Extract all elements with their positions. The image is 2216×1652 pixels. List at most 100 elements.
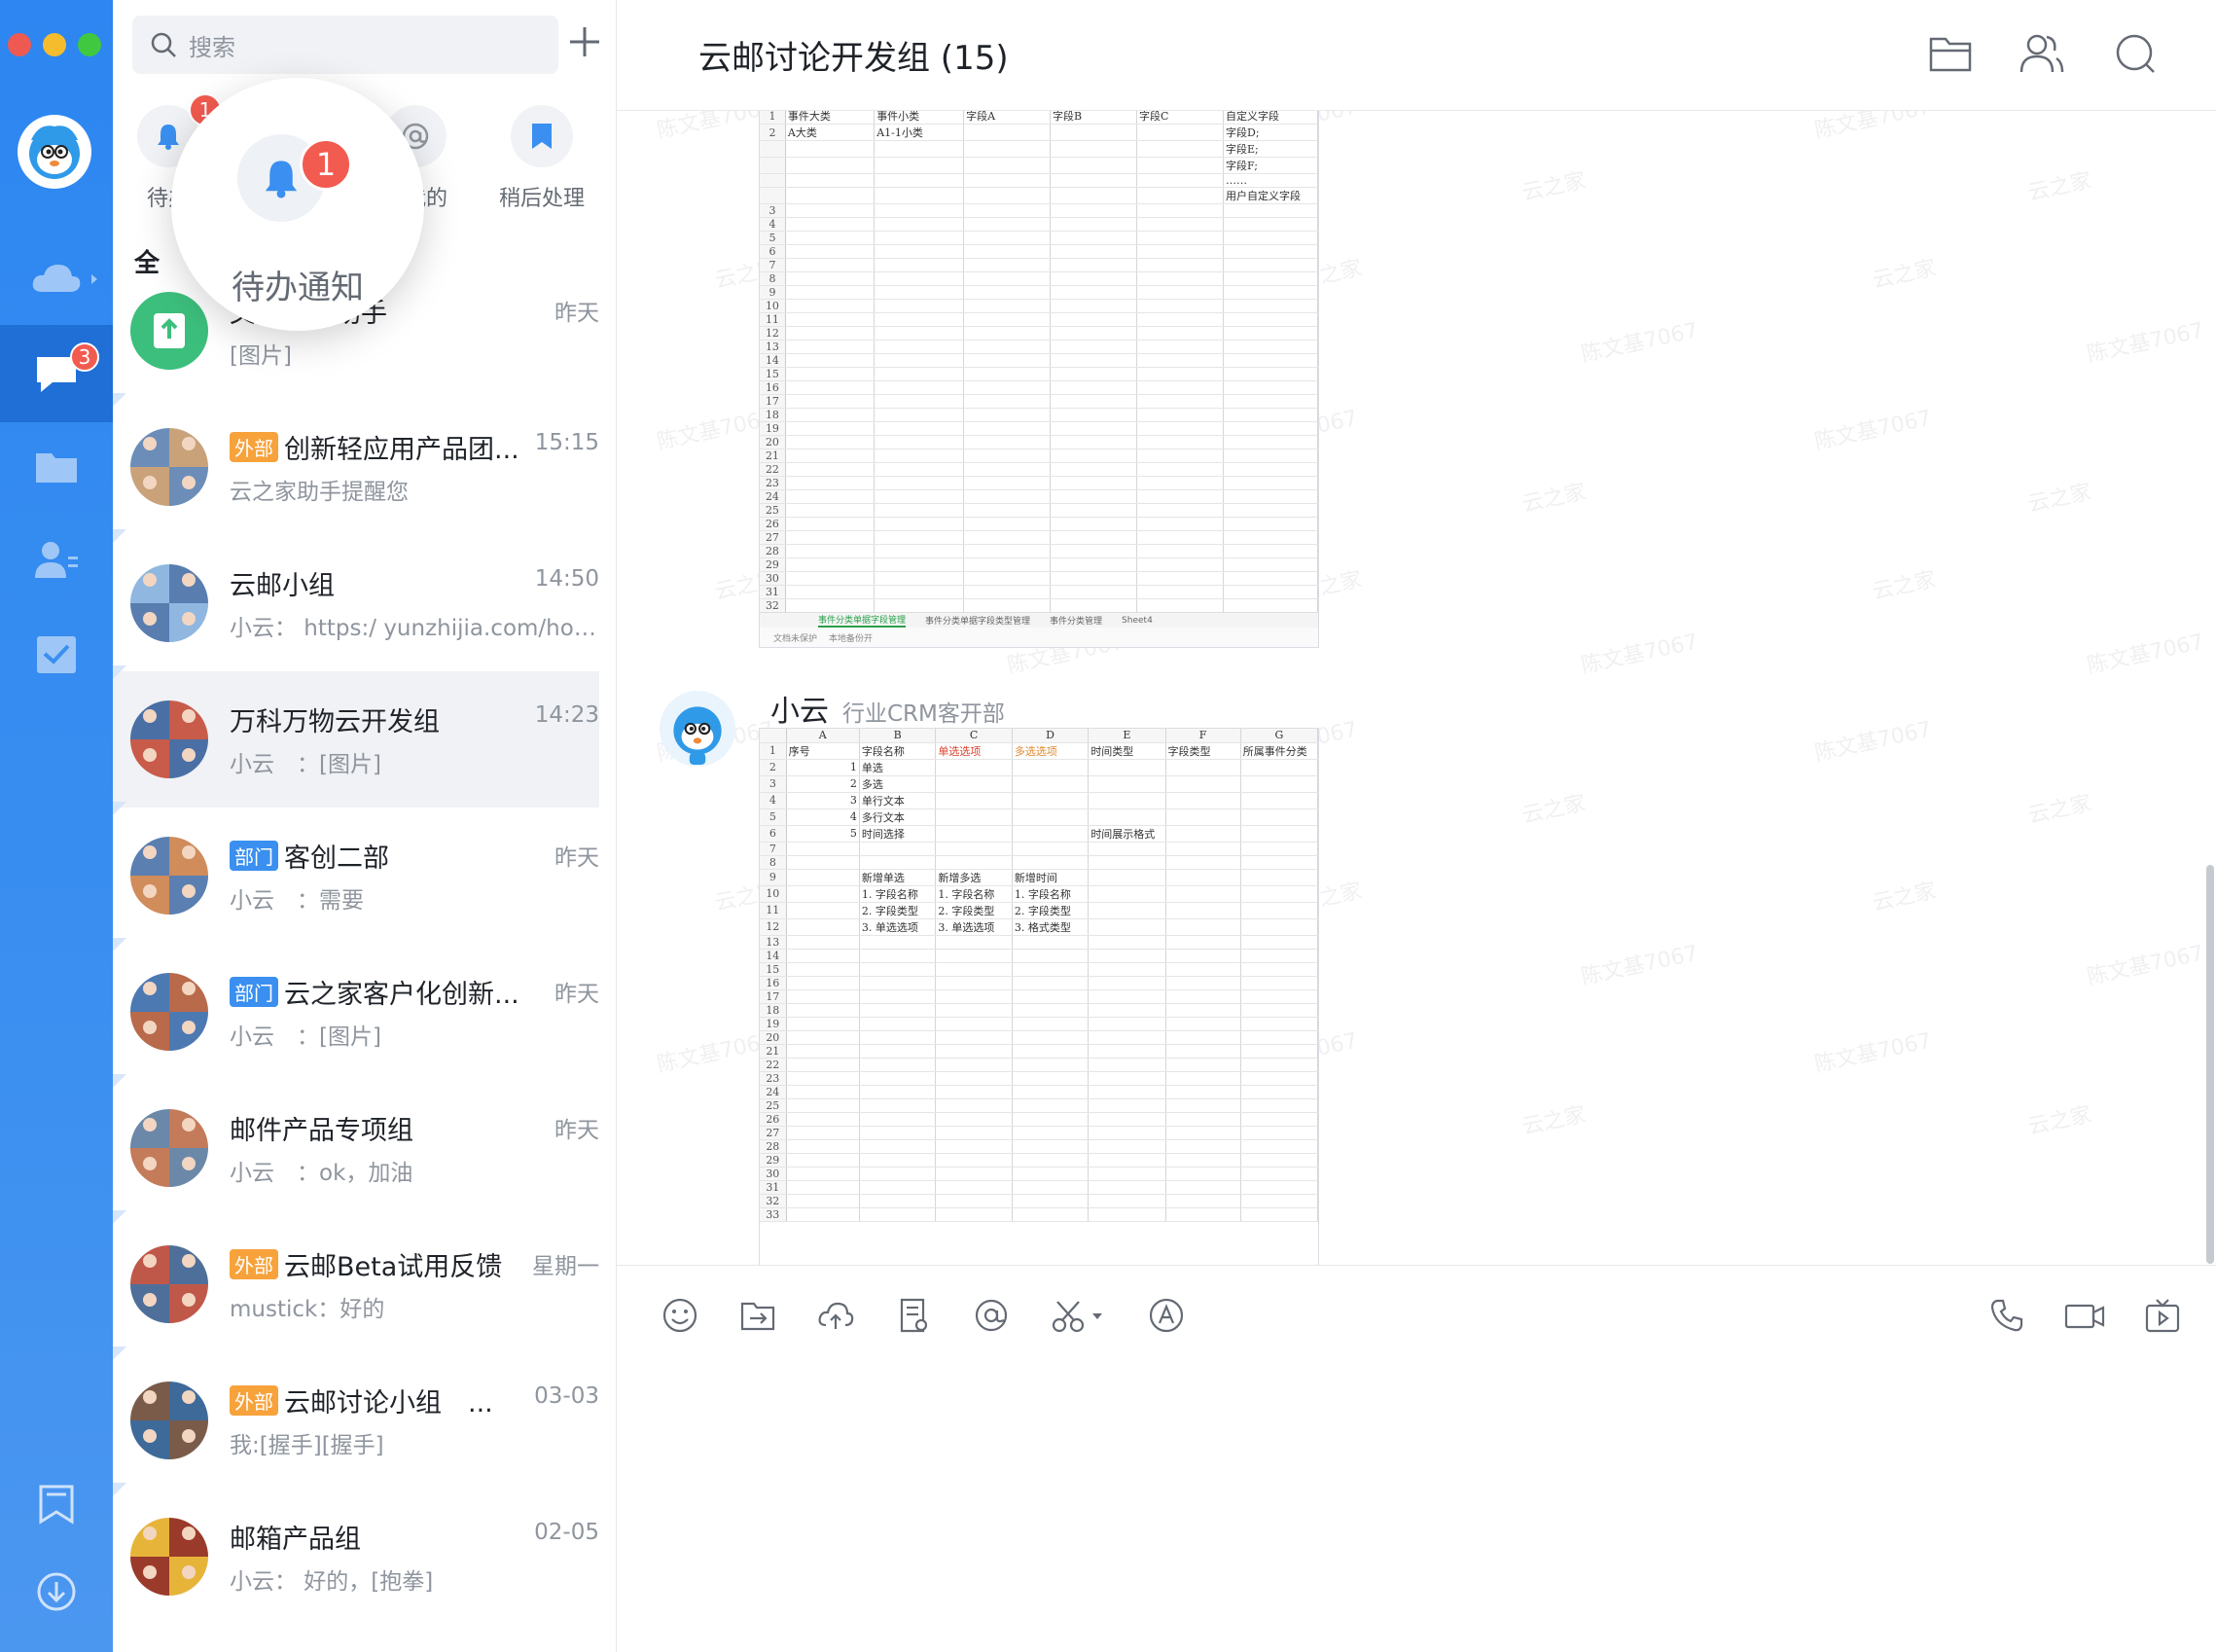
watermark-text: 云之家 — [1519, 168, 1589, 206]
group-files-button[interactable] — [1926, 29, 1975, 78]
conversation-preview: 小云： https:/ yunzhijia.com/home — [230, 616, 599, 641]
sheet-cell — [1240, 949, 1318, 963]
sender-line: 小云 行业CRM客开部 — [770, 687, 1005, 730]
minimize-window-button[interactable] — [43, 33, 66, 56]
live-broadcast-button[interactable] — [2138, 1291, 2187, 1340]
conversation-item[interactable]: 外部 云邮讨论小组 ... 03-03 我:[握手][握手] — [113, 1347, 599, 1489]
conversation-item[interactable]: 云邮小组 14:50 小云： https:/ yunzhijia.com/home — [113, 529, 599, 671]
chat-search-button[interactable] — [2111, 29, 2160, 78]
sheet-cell — [1240, 869, 1318, 886]
chevron-right-icon — [91, 274, 97, 284]
sheet-cell: 3 — [786, 792, 860, 809]
sheet-cell — [1223, 557, 1318, 572]
conversation-preview: 小云 ：ok，加油 — [230, 1161, 413, 1186]
watermark-text: 云之家 — [1870, 567, 1939, 605]
sender-avatar[interactable] — [660, 691, 735, 767]
conversation-item[interactable]: 部门 云之家客户化创新... 昨天 小云 ：[图片] — [113, 938, 599, 1080]
conversation-item[interactable]: 部门 客创二部 昨天 小云 ：需要 — [113, 802, 599, 944]
sheet-cell — [1223, 408, 1318, 422]
user-avatar[interactable] — [18, 115, 91, 189]
sheet-cell — [874, 340, 965, 354]
conversation-time: 03-03 — [534, 1383, 599, 1409]
sheet-cell — [1136, 571, 1224, 586]
sheet-cell — [963, 299, 1052, 313]
conversation-time: 14:23 — [534, 702, 599, 728]
sheet-cell — [785, 449, 876, 463]
conversation-avatar — [130, 564, 208, 642]
row-number: 19 — [760, 1017, 787, 1031]
message-area[interactable]: 陈文基7067云之家陈文基7067云之家陈文基7067云之家云之家陈文基7067… — [617, 111, 2216, 1265]
video-call-button[interactable] — [2060, 1291, 2109, 1340]
note-button[interactable] — [889, 1291, 938, 1340]
group-avatar-icon — [130, 1245, 208, 1323]
sheet-cell — [1223, 503, 1318, 518]
sheet-cell — [874, 530, 965, 545]
cloud-upload-button[interactable] — [811, 1291, 860, 1340]
font-format-button[interactable] — [1142, 1291, 1191, 1340]
rail-download[interactable] — [0, 1543, 113, 1640]
spreadsheet-image-2[interactable]: A B C D E F G 1 序号 字段名称 单选选项 多选选项 时间类型 字段类型 所属事件分类 2 1 单选… — [759, 728, 1319, 1265]
screenshot-button[interactable] — [1045, 1291, 1113, 1340]
emoji-button[interactable] — [656, 1291, 704, 1340]
conversation-item[interactable]: 外部 创新轻应用产品团... 15:15 云之家助手提醒您 — [113, 393, 599, 535]
row-number: 12 — [760, 918, 787, 936]
sheet-cell — [963, 285, 1052, 300]
sheet-cell — [1050, 157, 1137, 174]
new-chat-button[interactable] — [560, 18, 609, 66]
zoom-window-button[interactable] — [78, 33, 101, 56]
composer[interactable] — [617, 1265, 2216, 1652]
search-box[interactable]: 搜索 — [132, 16, 558, 74]
mention-button[interactable] — [967, 1291, 1016, 1340]
row-number: 33 — [760, 1207, 787, 1222]
conversation-item[interactable]: 万科万物云开发组 14:23 小云 ：[图片] — [113, 665, 599, 808]
sheet-cell — [1223, 489, 1318, 504]
spreadsheet-image-1[interactable]: 1 事件大类 事件小类 字段A 字段B 字段C 自定义字段 2 A大类 A1-1小类 字段D; 字段E… — [759, 111, 1319, 648]
sheet-cell — [1223, 585, 1318, 599]
forward-button[interactable] — [733, 1291, 782, 1340]
watermark-text: 陈文基7067 — [2085, 941, 2206, 990]
rail-chat[interactable]: 3 — [0, 325, 113, 422]
row-number: 22 — [760, 1058, 787, 1072]
sheet-cell — [1165, 792, 1241, 809]
sheet-cell — [874, 285, 965, 300]
sheet-cell — [859, 1071, 937, 1086]
conversation-item[interactable]: 邮箱产品组 02-05 小云： 好的，[抱拳] — [113, 1483, 599, 1625]
conversation-tag-badge: 外部 — [230, 432, 278, 462]
conversation-item[interactable]: 外部 云邮Beta试用反馈 星期一 mustick：好的 — [113, 1210, 599, 1352]
sheet-cell — [785, 140, 876, 158]
sheet-cell: A大类 — [785, 124, 876, 141]
rail-bookmarks[interactable] — [0, 1455, 113, 1553]
rail-files[interactable] — [0, 418, 113, 516]
sheet-cell — [1088, 935, 1166, 950]
sheet-cell — [786, 885, 860, 903]
sheet-cell — [1223, 203, 1318, 218]
sheet-cell — [1240, 1071, 1318, 1086]
sheet-cell — [963, 449, 1052, 463]
voice-call-button[interactable] — [1983, 1291, 2031, 1340]
close-window-button[interactable] — [8, 33, 31, 56]
sheet-cell — [963, 140, 1052, 158]
sheet-cell — [859, 1017, 937, 1031]
rail-tasks[interactable] — [0, 605, 113, 702]
pin-corner-marker — [113, 393, 126, 407]
sheet-cell — [1136, 271, 1224, 286]
rail-contacts[interactable] — [0, 512, 113, 609]
sheet-cell — [935, 792, 1013, 809]
sheet-cell — [785, 299, 876, 313]
sheet-cell — [874, 231, 965, 245]
sheet-cell — [786, 1139, 860, 1154]
rail-cloud[interactable] — [0, 230, 113, 327]
conversation-item[interactable]: 邮件产品专项组 昨天 小云 ：ok，加油 — [113, 1074, 599, 1216]
message-scrollbar[interactable] — [2206, 865, 2214, 1264]
sheet-cell: 单选选项 — [935, 742, 1013, 760]
sheet-cell — [785, 557, 876, 572]
row-number: 21 — [760, 449, 786, 463]
contacts-icon — [35, 542, 78, 578]
sheet-cell — [1088, 1139, 1166, 1154]
group-members-button[interactable] — [2018, 29, 2066, 78]
sheet-cell — [874, 476, 965, 490]
quick-later[interactable]: 稍后处理 — [488, 105, 595, 212]
sheet-cell — [1088, 962, 1166, 977]
sheet-cell — [1165, 976, 1241, 990]
sheet-cell — [963, 203, 1052, 218]
